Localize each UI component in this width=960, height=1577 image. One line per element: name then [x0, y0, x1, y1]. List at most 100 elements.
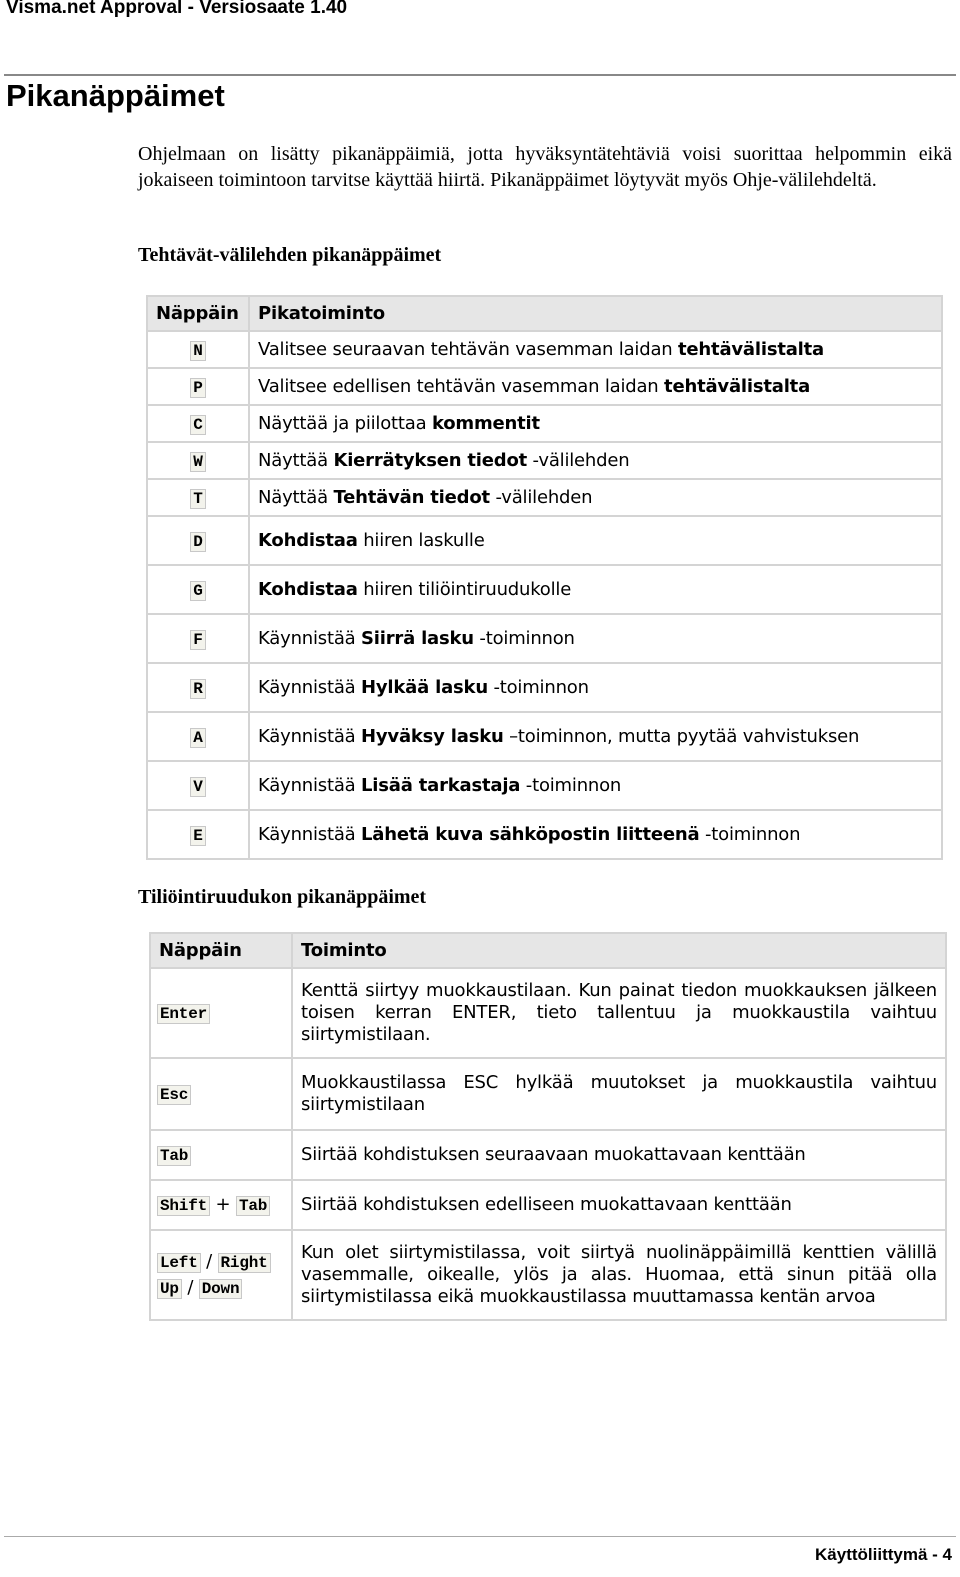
key-cell: P [146, 367, 250, 406]
description-cell: Käynnistää Lisää tarkastaja -toiminnon [248, 760, 943, 811]
description-segment: Valitsee seuraavan tehtävän vasemman lai… [258, 339, 679, 360]
description-segment: Lisää tarkastaja [361, 775, 521, 796]
description-segment: tehtävälistalta [678, 339, 824, 360]
description-cell: Käynnistää Hyväksy lasku –toiminnon, mut… [248, 711, 943, 762]
table-row: C Näyttää ja piilottaa kommentit [146, 404, 943, 443]
key-separator: / [181, 1277, 199, 1298]
description-segment: -toiminnon [473, 628, 575, 649]
description-segment: Valitsee edellisen tehtävän vasemman lai… [258, 376, 665, 397]
description-segment: Näyttää ja piilottaa [258, 413, 432, 434]
description-cell: Valitsee edellisen tehtävän vasemman lai… [248, 367, 943, 406]
description-cell: Muokkaustilassa ESC hylkää muutokset ja … [291, 1057, 947, 1131]
description-segment: Käynnistää [258, 628, 362, 649]
description-segment: Kohdistaa [258, 530, 358, 551]
key-cell: D [146, 515, 250, 566]
description-segment: hiiren laskulle [357, 530, 485, 551]
description-segment: Kierrätyksen tiedot [333, 450, 528, 471]
section-title-grid: Tiliöintiruudukon pikanäppäimet [138, 886, 427, 908]
table-row: R Käynnistää Hylkää lasku -toiminnon [146, 662, 943, 713]
key-label: G [190, 581, 206, 601]
table-row: A Käynnistää Hyväksy lasku –toiminnon, mu… [146, 711, 943, 762]
description-cell: Käynnistää Hylkää lasku -toiminnon [248, 662, 943, 713]
description-cell: Siirtää kohdistuksen seuraavaan muokatta… [291, 1129, 947, 1181]
section-title-tasks: Tehtävät-välilehden pikanäppäimet [138, 244, 442, 266]
key-cell: N [146, 330, 250, 369]
header-title: Visma.net Approval - Versiosaate 1.40 [6, 0, 348, 18]
description-cell: Käynnistää Siirrä lasku -toiminnon [248, 613, 943, 664]
description-cell: Näyttää Kierrätyksen tiedot -välilehden [248, 441, 943, 480]
page-title: Pikanäppäimet [6, 78, 225, 113]
description-segment: Hylkää lasku [361, 677, 488, 698]
intro-paragraph: Ohjelmaan on lisätty pikanäppäimiä, jott… [138, 143, 952, 191]
key-label: Left [157, 1253, 201, 1273]
description-segment: Lähetä kuva sähköpostin liitteenä [361, 824, 700, 845]
description-segment: Näyttää [258, 450, 334, 471]
key-separator: / [200, 1251, 218, 1272]
table-row: Esc Muokkaustilassa ESC hylkää muutokset … [149, 1057, 947, 1131]
key-label: T [190, 489, 206, 509]
key-cell: C [146, 404, 250, 443]
key-label: A [190, 728, 206, 748]
table-row: V Käynnistää Lisää tarkastaja -toiminnon [146, 760, 943, 811]
key-label: P [190, 378, 206, 398]
description-segment: Käynnistää [258, 726, 362, 747]
key-cell: F [146, 613, 250, 664]
description-segment: -välilehden [527, 450, 630, 471]
key-cell: A [146, 711, 250, 762]
description-cell: Kun olet siirtymistilassa, voit siirtyä … [291, 1229, 947, 1321]
description-segment: Käynnistää [258, 824, 362, 845]
key-label: Enter [157, 1004, 211, 1024]
description-segment: Näyttää [258, 487, 334, 508]
key-label: F [190, 630, 206, 650]
description-cell: Kenttä siirtyy muokkaustilaan. Kun paina… [291, 967, 947, 1059]
grid-shortcuts-table: Näppäin Toiminto Enter Kenttä siirtyy muo… [149, 932, 947, 1321]
table-row: D Kohdistaa hiiren laskulle [146, 515, 943, 566]
table-row: F Käynnistää Siirrä lasku -toiminnon [146, 613, 943, 664]
description-segment: –toiminnon, mutta pyytää vahvistuksen [503, 726, 860, 747]
description-cell: Käynnistää Lähetä kuva sähköpostin liitt… [248, 809, 943, 860]
key-label: Shift [157, 1196, 211, 1216]
table-row: Left / Right Up / Down Kun olet siirtymist… [149, 1229, 947, 1321]
table-row: E Käynnistää Lähetä kuva sähköpostin liit… [146, 809, 943, 860]
key-label: E [190, 826, 206, 846]
key-label: D [190, 532, 206, 552]
description-segment: -toiminnon [487, 677, 589, 698]
table-row: G Kohdistaa hiiren tiliöintiruudukolle [146, 564, 943, 615]
key-label: Tab [157, 1146, 192, 1166]
key-cell: R [146, 662, 250, 713]
description-segment: hiiren tiliöintiruudukolle [357, 579, 572, 600]
column-header-key: Näppäin [146, 295, 250, 332]
key-cell: Tab [149, 1129, 293, 1181]
key-label: Right [217, 1253, 271, 1273]
table-row: W Näyttää Kierrätyksen tiedot -välilehden [146, 441, 943, 480]
footer-divider [4, 1536, 956, 1537]
table-row: Shift + Tab Siirtää kohdistuksen edellise… [149, 1179, 947, 1231]
description-segment: -toiminnon [699, 824, 801, 845]
key-cell: G [146, 564, 250, 615]
key-label: V [190, 777, 206, 797]
column-header-action: Toiminto [291, 932, 947, 969]
description-cell: Näyttää ja piilottaa kommentit [248, 404, 943, 443]
key-cell: Left / Right Up / Down [149, 1229, 293, 1321]
key-cell: Enter [149, 967, 293, 1059]
document-page: Visma.net Approval - Versiosaate 1.40 Pi… [0, 0, 960, 1577]
description-segment: Käynnistää [258, 677, 362, 698]
table-row: P Valitsee edellisen tehtävän vasemman la… [146, 367, 943, 406]
key-cell: Shift + Tab [149, 1179, 293, 1231]
key-label: N [190, 341, 206, 361]
key-cell: E [146, 809, 250, 860]
key-label: Up [157, 1279, 182, 1299]
key-label: Tab [235, 1196, 271, 1216]
header-divider [4, 74, 956, 76]
key-label: W [190, 452, 206, 472]
description-segment: -välilehden [489, 487, 593, 508]
key-cell: V [146, 760, 250, 811]
description-cell: Siirtää kohdistuksen edelliseen muokatta… [291, 1179, 947, 1231]
key-label: C [190, 415, 206, 435]
key-label: R [190, 679, 206, 699]
description-segment: Tehtävän tiedot [333, 487, 490, 508]
tasks-shortcuts-table: Näppäin Pikatoiminto N Valitsee seuraavan… [146, 295, 943, 860]
description-segment: -toiminnon [520, 775, 622, 796]
description-segment: kommentit [431, 413, 540, 434]
column-header-key: Näppäin [149, 932, 293, 969]
